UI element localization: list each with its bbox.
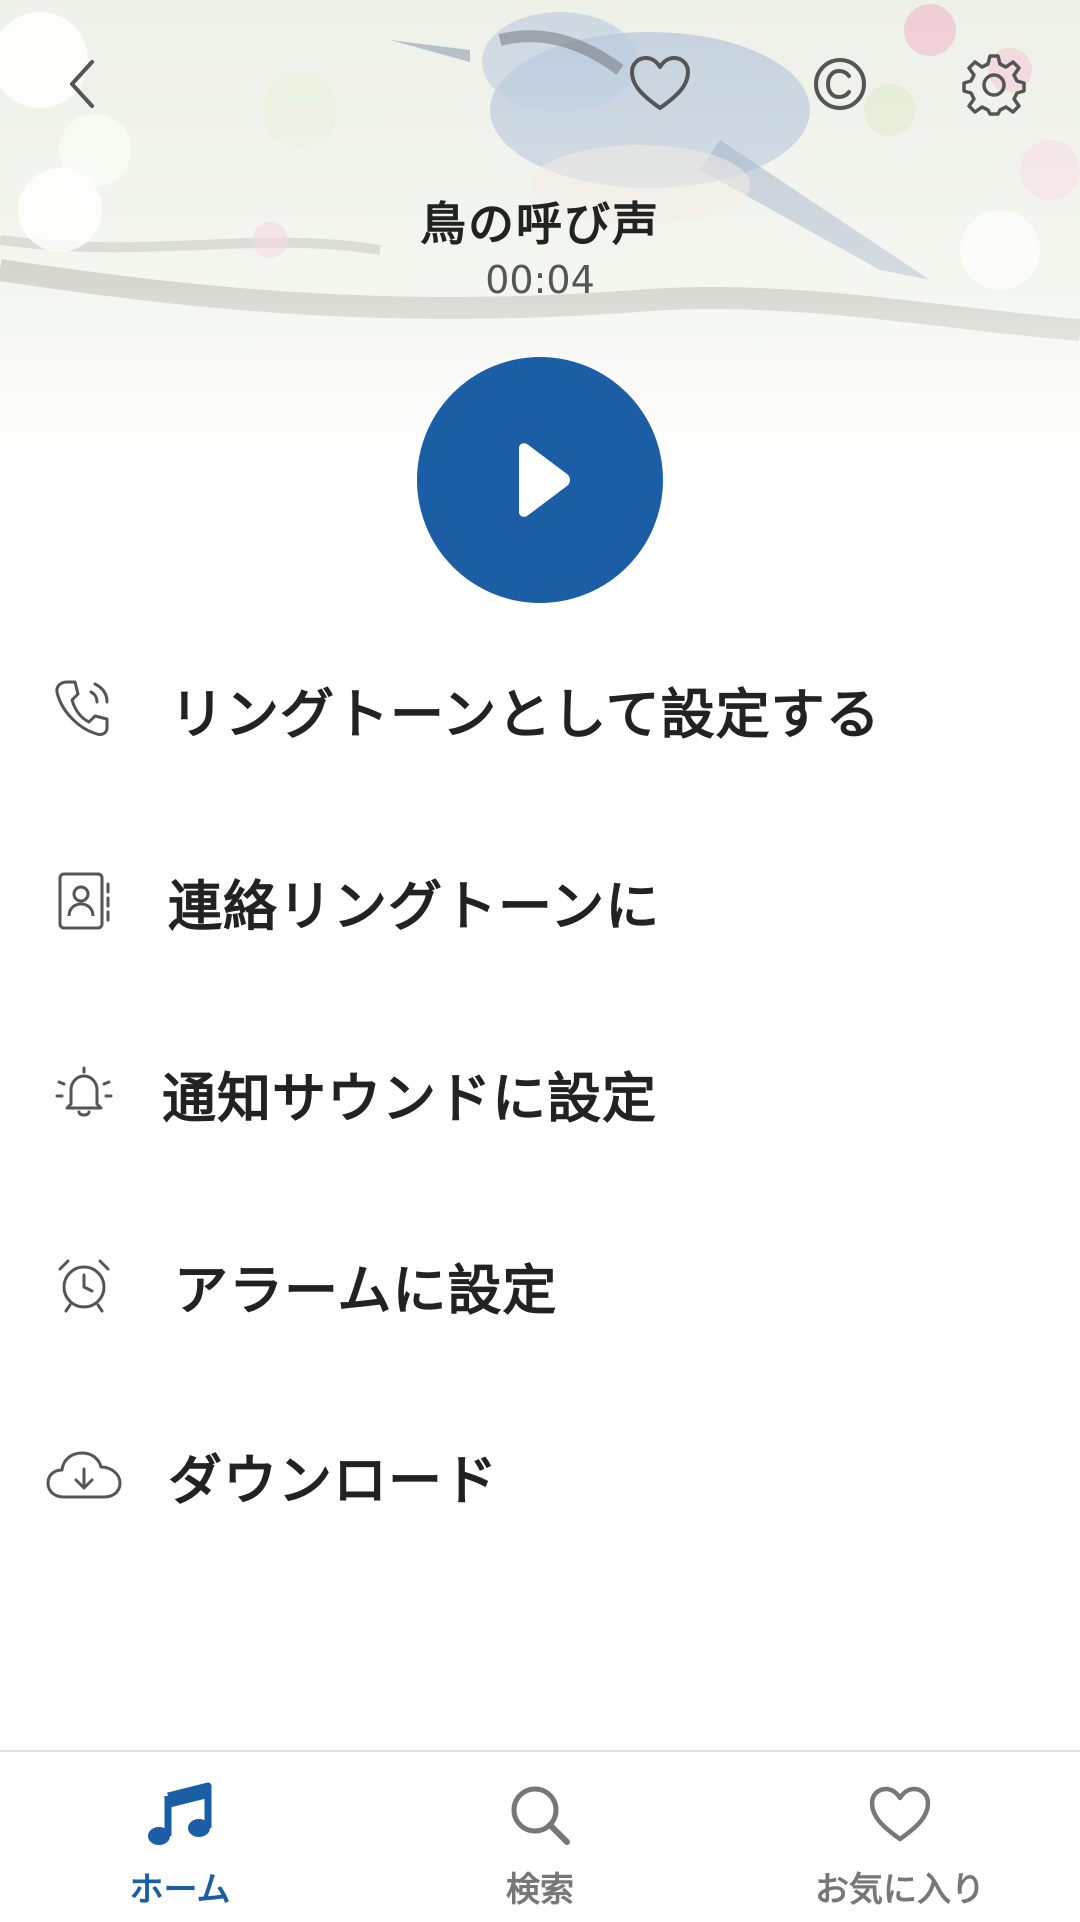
nav-search-label: 検索 (506, 1870, 574, 1910)
gear-icon (962, 54, 1026, 116)
play-button[interactable] (417, 357, 663, 603)
search-icon (511, 1786, 570, 1845)
contact-ringtone-label: 連絡リングトーンに (168, 874, 661, 938)
copyright-button[interactable] (804, 48, 876, 120)
heart-outline-icon (630, 56, 690, 110)
copyright-icon (814, 58, 866, 110)
cloud-download-icon (44, 1435, 124, 1515)
set-as-ringtone-item[interactable]: リングトーンとして設定する (0, 634, 1080, 784)
ringing-phone-icon (44, 669, 124, 749)
bell-icon (44, 1053, 124, 1133)
nav-tab-search[interactable]: 検索 (360, 1752, 720, 1922)
music-note-icon (148, 1782, 212, 1845)
set-notification-item[interactable]: 通知サウンドに設定 (0, 1018, 1080, 1168)
bottom-navigation: ホーム 検索 お気に入り (0, 1750, 1080, 1922)
contact-ringtone-item[interactable]: 連絡リングトーンに (0, 826, 1080, 976)
download-item[interactable]: ダウンロード (0, 1400, 1080, 1550)
favorite-button[interactable] (624, 48, 696, 120)
set-alarm-label: アラームに設定 (174, 1258, 558, 1322)
sound-duration: 00:04 (485, 258, 595, 302)
nav-tab-home[interactable]: ホーム (0, 1752, 360, 1922)
set-notification-label: 通知サウンドに設定 (162, 1066, 657, 1130)
sound-title: 鳥の呼び声 (420, 197, 660, 251)
back-button[interactable] (46, 48, 118, 120)
nav-home-label: ホーム (129, 1870, 231, 1910)
download-label: ダウンロード (168, 1448, 498, 1512)
nav-favorites-label: お気に入り (815, 1870, 985, 1910)
contact-card-icon (44, 861, 124, 941)
alarm-clock-icon (44, 1245, 124, 1325)
heart-outline-icon (869, 1786, 931, 1842)
set-alarm-item[interactable]: アラームに設定 (0, 1210, 1080, 1360)
play-icon (519, 443, 570, 517)
nav-tab-favorites[interactable]: お気に入り (720, 1752, 1080, 1922)
set-as-ringtone-label: リングトーンとして設定する (170, 682, 881, 746)
chevron-left-icon (70, 60, 94, 108)
settings-button[interactable] (958, 48, 1030, 120)
